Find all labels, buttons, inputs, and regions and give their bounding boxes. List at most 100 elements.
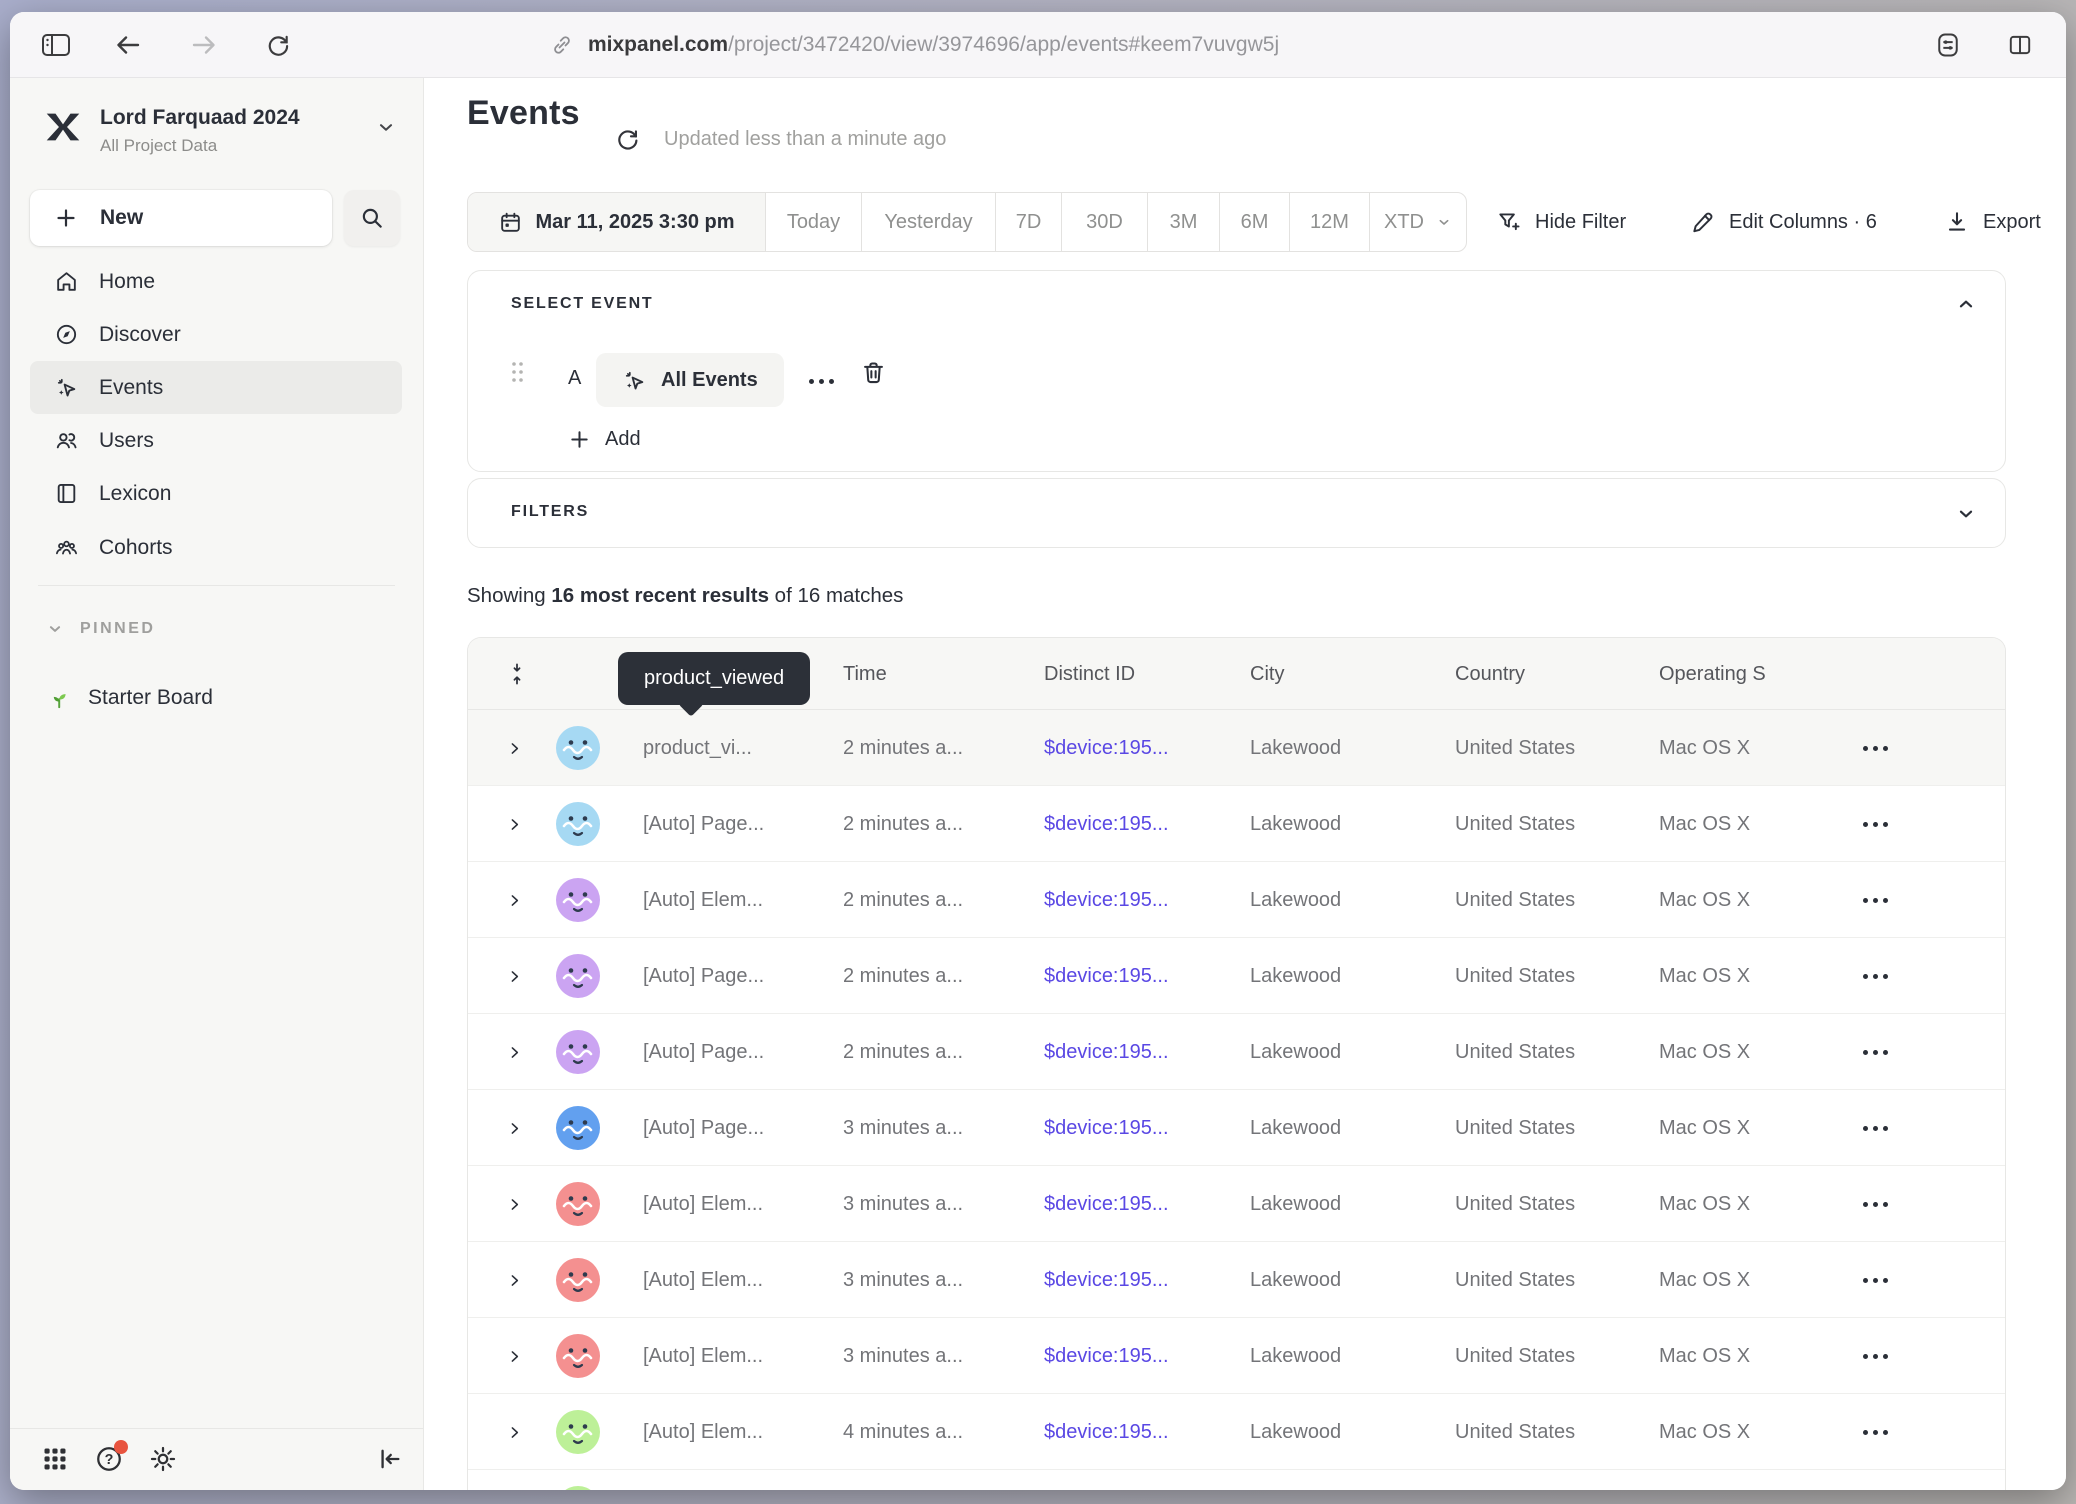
pinned-section-header[interactable]: PINNED <box>46 620 155 638</box>
help-icon[interactable]: ? <box>92 1442 126 1476</box>
event-name[interactable]: [Auto] Page... <box>643 938 764 1014</box>
range-12m[interactable]: 12M <box>1290 193 1370 251</box>
row-more-button[interactable] <box>1863 862 1888 938</box>
row-expand-chevron-icon[interactable] <box>506 1242 523 1318</box>
sidebar-item-lexicon[interactable]: Lexicon <box>30 467 402 520</box>
table-row[interactable] <box>468 1470 2005 1490</box>
table-row[interactable]: [Auto] Page... 3 minutes a... $device:19… <box>468 1090 2005 1166</box>
column-header-operating-system[interactable]: Operating S <box>1659 638 1766 710</box>
add-event-button[interactable]: Add <box>568 419 641 459</box>
column-header-time[interactable]: Time <box>843 638 887 710</box>
range-yesterday[interactable]: Yesterday <box>862 193 996 251</box>
distinct-id-link[interactable]: $device:195... <box>1044 938 1169 1014</box>
split-view-icon[interactable] <box>1998 12 2042 78</box>
forward-button-icon[interactable] <box>182 12 226 78</box>
event-selector-pill[interactable]: All Events <box>596 353 784 407</box>
row-more-button[interactable] <box>1863 710 1888 786</box>
table-row[interactable]: [Auto] Page... 2 minutes a... $device:19… <box>468 1014 2005 1090</box>
event-name[interactable]: [Auto] Elem... <box>643 1166 763 1242</box>
browser-extensions-icon[interactable] <box>1926 12 1970 78</box>
distinct-id-link[interactable]: $device:195... <box>1044 862 1169 938</box>
sidebar-toggle-icon[interactable] <box>34 12 78 78</box>
project-name[interactable]: Lord Farquaad 2024 <box>100 106 300 130</box>
range-7d[interactable]: 7D <box>996 193 1062 251</box>
table-row[interactable]: [Auto] Elem... 3 minutes a... $device:19… <box>468 1242 2005 1318</box>
distinct-id-link[interactable]: $device:195... <box>1044 1394 1169 1470</box>
sidebar-item-events[interactable]: Events <box>30 361 402 414</box>
event-name[interactable]: [Auto] Elem... <box>643 1394 763 1470</box>
distinct-id-link[interactable]: $device:195... <box>1044 1318 1169 1394</box>
column-header-city[interactable]: City <box>1250 638 1284 710</box>
range-today[interactable]: Today <box>766 193 862 251</box>
row-more-button[interactable] <box>1863 1090 1888 1166</box>
row-expand-chevron-icon[interactable] <box>506 1166 523 1242</box>
row-expand-chevron-icon[interactable] <box>506 862 523 938</box>
export-button[interactable]: Export <box>1944 192 2041 252</box>
settings-gear-icon[interactable] <box>146 1442 180 1476</box>
table-row[interactable]: product_vi... 2 minutes a... $device:195… <box>468 710 2005 786</box>
search-button[interactable] <box>344 190 400 246</box>
distinct-id-link[interactable]: $device:195... <box>1044 786 1169 862</box>
edit-columns-button[interactable]: Edit Columns · 6 <box>1690 192 1877 252</box>
sidebar-item-cohorts[interactable]: Cohorts <box>30 521 402 574</box>
apps-grid-icon[interactable] <box>38 1442 72 1476</box>
row-more-button[interactable] <box>1863 1242 1888 1318</box>
table-row[interactable]: [Auto] Elem... 4 minutes a... $device:19… <box>468 1394 2005 1470</box>
table-row[interactable]: [Auto] Elem... 3 minutes a... $device:19… <box>468 1318 2005 1394</box>
address-bar[interactable]: mixpanel.com/project/3472420/view/397469… <box>550 12 1279 78</box>
column-header-distinct-id[interactable]: Distinct ID <box>1044 638 1135 710</box>
row-expand-chevron-icon[interactable] <box>506 786 523 862</box>
collapse-panel-chevron-icon[interactable] <box>1955 293 1977 315</box>
sidebar-item-home[interactable]: Home <box>30 255 402 308</box>
row-more-button[interactable] <box>1863 786 1888 862</box>
row-more-button[interactable] <box>1863 938 1888 1014</box>
row-more-button[interactable] <box>1863 1394 1888 1470</box>
project-switcher-chevron-icon[interactable] <box>375 116 397 138</box>
row-expand-chevron-icon[interactable] <box>506 1014 523 1090</box>
event-name[interactable]: [Auto] Elem... <box>643 1318 763 1394</box>
table-row[interactable]: [Auto] Page... 2 minutes a... $device:19… <box>468 786 2005 862</box>
column-header-country[interactable]: Country <box>1455 638 1525 710</box>
row-more-button[interactable] <box>1863 1014 1888 1090</box>
event-name[interactable]: [Auto] Page... <box>643 786 764 862</box>
row-expand-chevron-icon[interactable] <box>506 1394 523 1470</box>
refresh-icon[interactable] <box>614 126 641 153</box>
drag-handle-icon[interactable] <box>508 357 528 387</box>
row-expand-chevron-icon[interactable] <box>506 1090 523 1166</box>
event-name[interactable]: [Auto] Page... <box>643 1014 764 1090</box>
row-expand-chevron-icon[interactable] <box>506 938 523 1014</box>
event-name[interactable]: product_vi... <box>643 710 752 786</box>
event-name[interactable]: [Auto] Elem... <box>643 862 763 938</box>
sidebar-item-discover[interactable]: Discover <box>30 308 402 361</box>
collapse-sidebar-icon[interactable] <box>372 1442 406 1476</box>
hide-filter-button[interactable]: Hide Filter <box>1496 192 1626 252</box>
reload-button-icon[interactable] <box>256 12 300 78</box>
back-button-icon[interactable] <box>106 12 150 78</box>
distinct-id-link[interactable]: $device:195... <box>1044 710 1169 786</box>
distinct-id-link[interactable]: $device:195... <box>1044 1166 1169 1242</box>
event-name[interactable]: [Auto] Elem... <box>643 1242 763 1318</box>
table-row[interactable]: [Auto] Elem... 2 minutes a... $device:19… <box>468 862 2005 938</box>
range-6m[interactable]: 6M <box>1220 193 1290 251</box>
distinct-id-link[interactable]: $device:195... <box>1044 1090 1169 1166</box>
range-3m[interactable]: 3M <box>1148 193 1220 251</box>
distinct-id-link[interactable]: $device:195... <box>1044 1242 1169 1318</box>
delete-event-trash-icon[interactable] <box>860 359 887 386</box>
row-expand-chevron-icon[interactable] <box>506 1318 523 1394</box>
row-more-button[interactable] <box>1863 1166 1888 1242</box>
collapse-all-icon[interactable] <box>506 638 528 710</box>
row-more-button[interactable] <box>1863 1318 1888 1394</box>
table-row[interactable]: [Auto] Page... 2 minutes a... $device:19… <box>468 938 2005 1014</box>
distinct-id-link[interactable]: $device:195... <box>1044 1014 1169 1090</box>
sidebar-item-starter-board[interactable]: Starter Board <box>46 678 402 718</box>
range-xtd-dropdown[interactable]: XTD <box>1370 193 1466 251</box>
table-row[interactable]: [Auto] Elem... 3 minutes a... $device:19… <box>468 1166 2005 1242</box>
date-picker-button[interactable]: Mar 11, 2025 3:30 pm <box>468 193 766 251</box>
expand-filters-chevron-icon[interactable] <box>1955 503 1977 525</box>
event-name[interactable]: [Auto] Page... <box>643 1090 764 1166</box>
event-more-options-button[interactable] <box>798 363 844 399</box>
sidebar-item-users[interactable]: Users <box>30 414 402 467</box>
new-button[interactable]: New <box>30 190 332 246</box>
row-expand-chevron-icon[interactable] <box>506 710 523 786</box>
range-30d[interactable]: 30D <box>1062 193 1148 251</box>
